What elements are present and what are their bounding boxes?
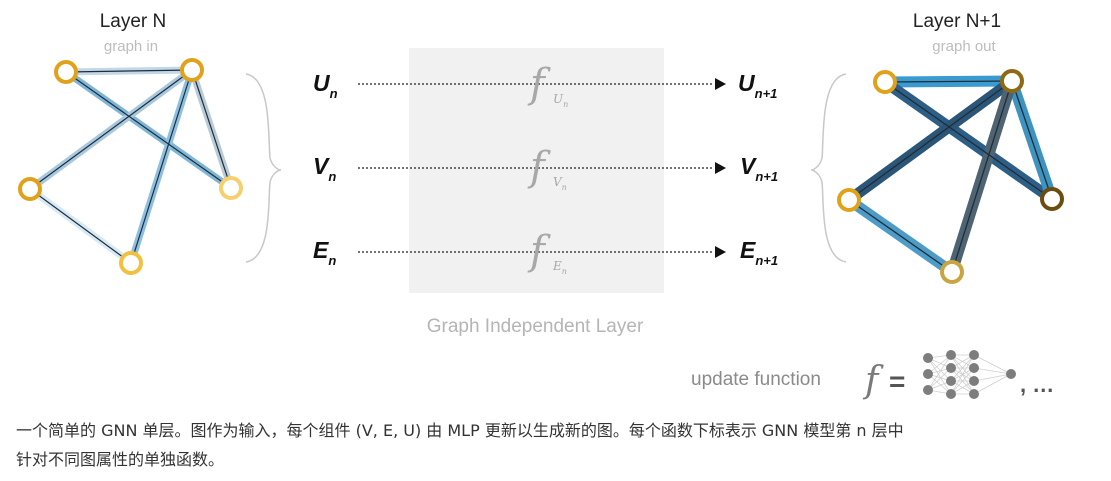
arrow-head-e — [715, 246, 726, 258]
arrow-head-v — [715, 162, 726, 174]
caption-line-1: 一个简单的 GNN 单层。图作为输入，每个组件 (V, E, U) 由 MLP … — [16, 421, 904, 440]
left-node — [180, 58, 204, 82]
left-brace — [245, 73, 282, 263]
update-function-label: update function — [691, 369, 821, 390]
caption-line-2: 针对不同图属性的单独函数。 — [16, 450, 225, 469]
right-graph-subtitle: graph out — [932, 38, 996, 55]
mlp-network-icon — [923, 350, 1016, 399]
right-edge — [848, 199, 953, 273]
legend-trailing-ellipsis: , … — [1020, 372, 1054, 397]
left-graph-subtitle: graph in — [104, 38, 158, 55]
output-e-label: En+1 — [740, 237, 778, 268]
left-edge — [29, 188, 132, 264]
input-v-label: Vn — [313, 153, 336, 184]
left-node — [219, 176, 243, 200]
legend-equals: = — [889, 366, 905, 397]
right-node — [837, 188, 861, 212]
input-e-label: En — [313, 237, 336, 268]
left-graph-title: Layer N — [100, 11, 167, 32]
gnn-layer-diagram: Layer N graph in Graph Independent Layer… — [18, 11, 1064, 400]
right-brace — [810, 73, 847, 263]
input-u-label: Un — [313, 70, 338, 101]
left-graph-nodes — [18, 58, 243, 275]
left-edge — [65, 71, 232, 189]
graph-independent-layer-label: Graph Independent Layer — [427, 316, 644, 337]
arrow-head-u — [715, 78, 726, 90]
right-node — [1000, 69, 1024, 93]
output-v-label: Vn+1 — [740, 153, 778, 184]
figure-caption: 一个简单的 GNN 单层。图作为输入，每个组件 (V, E, U) 由 MLP … — [16, 416, 1096, 474]
output-u-label: Un+1 — [738, 70, 777, 101]
right-node — [1040, 187, 1064, 211]
right-graph-edges — [843, 75, 1058, 278]
left-edge — [29, 69, 193, 190]
left-edge — [130, 69, 193, 264]
right-node — [940, 260, 964, 284]
left-graph-edges — [26, 66, 235, 267]
left-node — [119, 251, 143, 275]
legend-f-symbol: f — [862, 360, 884, 400]
left-node — [54, 60, 78, 84]
right-graph-title: Layer N+1 — [913, 11, 1001, 32]
left-node — [18, 177, 42, 201]
right-node — [873, 70, 897, 94]
